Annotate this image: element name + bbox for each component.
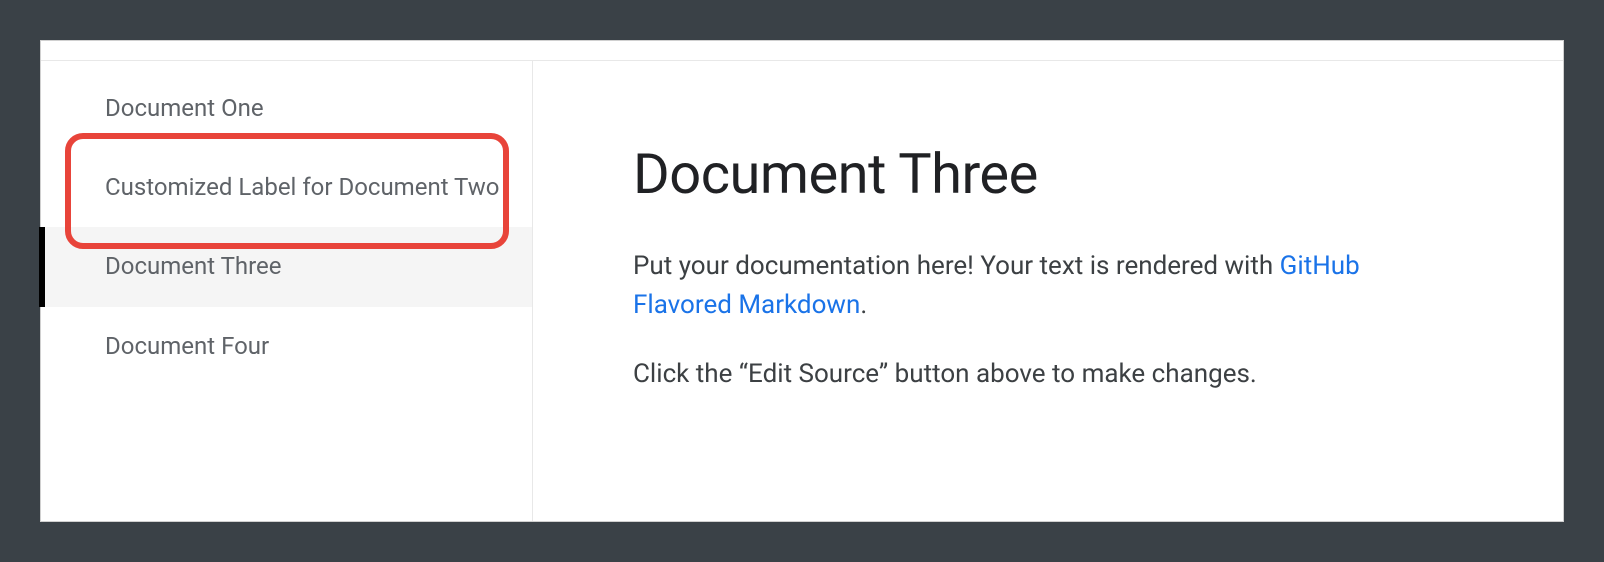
sidebar-item-label: Document One (105, 94, 264, 122)
top-bar (41, 41, 1563, 61)
document-title: Document Three (633, 141, 1463, 207)
app-window: Document One Customized Label for Docume… (40, 40, 1564, 522)
sidebar-item-label: Document Four (105, 332, 269, 360)
sidebar: Document One Customized Label for Docume… (41, 61, 533, 521)
sidebar-item-label: Customized Label for Document Two (105, 173, 499, 201)
sidebar-item-document-three[interactable]: Document Three (41, 227, 532, 306)
document-paragraph-1: Put your documentation here! Your text i… (633, 247, 1463, 325)
sidebar-item-label: Document Three (105, 252, 282, 280)
sidebar-item-document-four[interactable]: Document Four (41, 307, 532, 386)
paragraph-text: . (860, 290, 867, 320)
main-content: Document Three Put your documentation he… (533, 61, 1563, 521)
document-paragraph-2: Click the “Edit Source” button above to … (633, 355, 1463, 394)
paragraph-text: Put your documentation here! Your text i… (633, 251, 1280, 281)
active-indicator (39, 227, 45, 306)
sidebar-item-document-one[interactable]: Document One (41, 69, 532, 148)
sidebar-item-document-two[interactable]: Customized Label for Document Two (41, 148, 532, 227)
content-area: Document One Customized Label for Docume… (41, 61, 1563, 521)
